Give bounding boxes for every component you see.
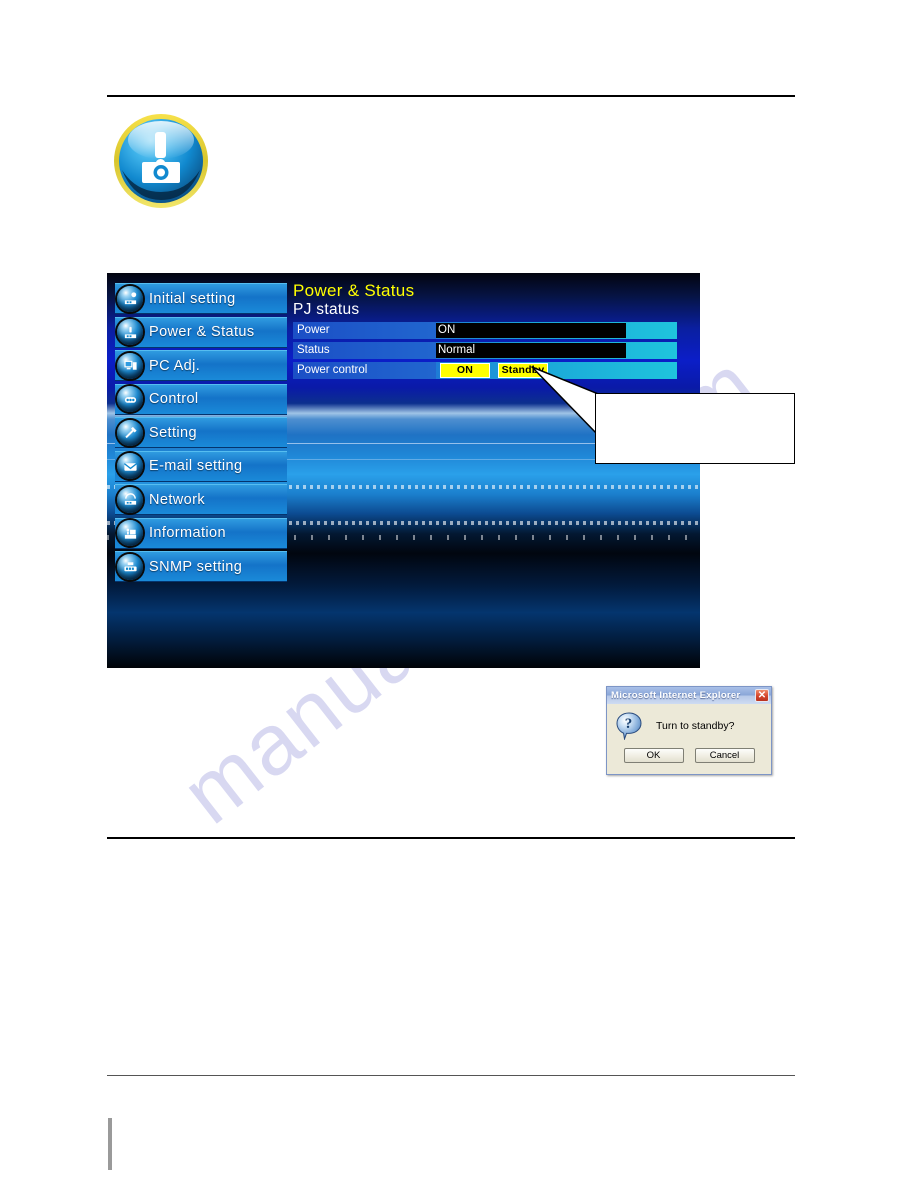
sidebar-item-power-status[interactable]: Power & Status [115, 316, 287, 348]
sidebar-item-label: Initial setting [149, 290, 236, 307]
sidebar-item-initial-setting[interactable]: Initial setting [115, 283, 287, 314]
information-icon [117, 520, 143, 546]
sidebar-item-label: Setting [149, 424, 197, 441]
sidebar-menu: Initial setting Power & Status PC Adj. C… [115, 283, 287, 585]
network-icon [117, 486, 143, 513]
body-rule [107, 837, 795, 839]
page-title: Power & Status [293, 281, 415, 300]
power-value-field: ON [436, 323, 626, 338]
control-icon [117, 386, 143, 412]
row-label: Power control [293, 362, 436, 379]
sidebar-item-label: E-mail setting [149, 458, 243, 474]
sidebar-item-label: Control [149, 391, 199, 407]
sidebar-item-label: Information [149, 525, 226, 541]
svg-text:?: ? [625, 716, 633, 732]
pc-adj-icon [117, 352, 143, 379]
sidebar-item-pc-adj[interactable]: PC Adj. [115, 350, 287, 381]
row-value-cell: ON [436, 322, 677, 339]
table-row: Power ON [293, 322, 677, 339]
sidebar-item-information[interactable]: Information [115, 517, 287, 549]
footer-rule [107, 1075, 795, 1076]
table-row-power-control: Power control ON Standby [293, 362, 677, 379]
ie-confirm-dialog: Microsoft Internet Explorer ✕ ? Turn to … [606, 686, 772, 775]
row-value-cell: ON Standby [436, 362, 677, 379]
sidebar-item-label: Network [149, 491, 205, 508]
sidebar-item-snmp-setting[interactable]: SNMP setting [115, 551, 287, 582]
power-status-icon [117, 319, 143, 345]
close-icon[interactable]: ✕ [755, 689, 769, 702]
sidebar-item-setting[interactable]: Setting [115, 417, 287, 448]
dialog-title: Microsoft Internet Explorer [611, 690, 741, 701]
pj-status-table: Power ON Status Normal Power control ON … [293, 322, 677, 379]
power-standby-button[interactable]: Standby [498, 363, 548, 378]
dialog-body: ? Turn to standby? [607, 704, 771, 747]
status-value-field: Normal [436, 343, 626, 358]
sidebar-item-network[interactable]: Network [115, 484, 287, 515]
ok-button[interactable]: OK [623, 748, 684, 763]
initial-setting-icon [117, 285, 143, 312]
dialog-button-row: OK Cancel [607, 747, 771, 763]
email-setting-icon [117, 453, 143, 479]
sidebar-item-label: Power & Status [149, 324, 255, 340]
header-rule [107, 95, 795, 97]
dialog-titlebar[interactable]: Microsoft Internet Explorer ✕ [607, 687, 771, 704]
snmp-setting-icon [117, 553, 143, 580]
sidebar-item-email-setting[interactable]: E-mail setting [115, 450, 287, 482]
sidebar-item-label: SNMP setting [149, 558, 243, 575]
power-on-button[interactable]: ON [440, 363, 490, 378]
table-row: Status Normal [293, 342, 677, 359]
page-edge-marker [108, 1118, 112, 1170]
row-value-cell: Normal [436, 342, 677, 359]
row-label: Status [293, 342, 436, 359]
dialog-message: Turn to standby? [656, 719, 735, 732]
setting-icon [117, 419, 143, 446]
projector-web-ui-screenshot: Initial setting Power & Status PC Adj. C… [107, 273, 700, 668]
cancel-button[interactable]: Cancel [694, 748, 755, 763]
row-label: Power [293, 322, 436, 339]
page-subtitle: PJ status [293, 301, 360, 318]
question-icon: ? [616, 711, 642, 741]
sidebar-item-control[interactable]: Control [115, 383, 287, 415]
content-pane: Power & Status PJ status Power ON Status… [293, 281, 694, 382]
projector-warning-icon [112, 112, 210, 210]
sidebar-item-label: PC Adj. [149, 357, 201, 374]
